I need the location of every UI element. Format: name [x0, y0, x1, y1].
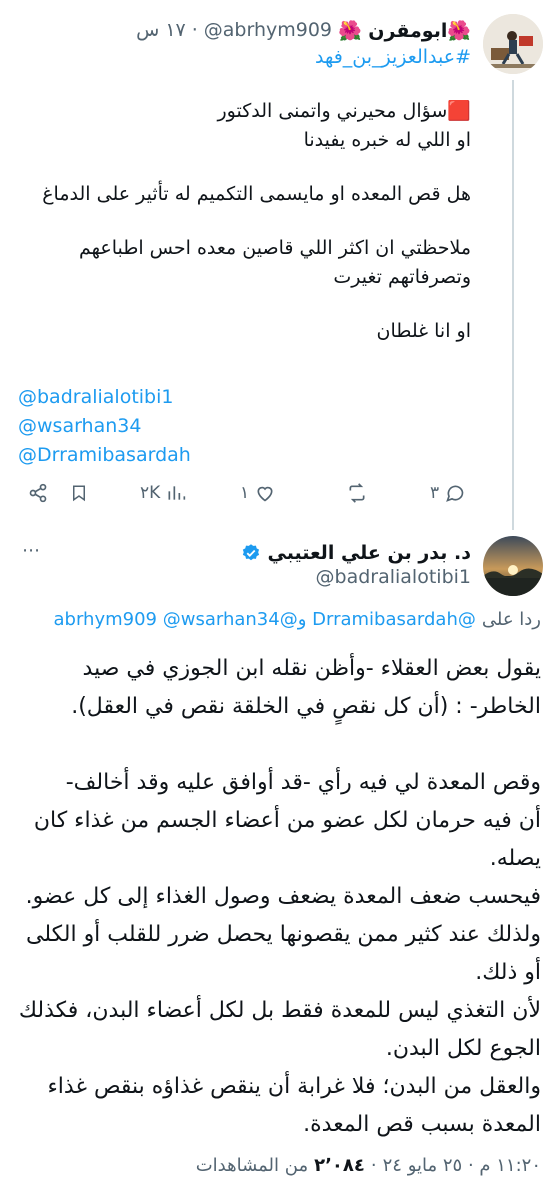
body-line: فيحسب ضعف المعدة يضعف وصول الغذاء إلى كل… [25, 884, 541, 909]
body-line: أن فيه حرمان لكل عضو من أعضاء الجسم من غ… [33, 808, 541, 833]
mention-link[interactable]: @wsarhan34 [18, 412, 191, 441]
tweet2-body: يقول بعض العقلاء -وأظن نقله ابن الجوزي ف… [11, 650, 541, 1144]
share-button[interactable] [28, 476, 48, 510]
user-handle[interactable]: @badralialotibi1 [316, 566, 471, 588]
red-square-emoji: 🟥 [447, 100, 471, 122]
bookmark-icon [73, 485, 85, 502]
body-line: الخاطر- : (أن كل نقصٍ في الخلقة نقص في ا… [71, 694, 541, 719]
body-line: يصله. [489, 846, 541, 871]
reply-button[interactable]: ٣ [430, 476, 465, 510]
mention-list: @badralialotibi1 @wsarhan34 @Drramibasar… [18, 383, 191, 470]
likes-count: ١ [240, 483, 250, 503]
body-line: والعقل من البدن؛ فلا غرابة أن ينقص غذاؤه… [47, 1074, 541, 1099]
tweet2-header: د. بدر بن علي العتيبي [235, 540, 471, 566]
thread-connector [512, 80, 514, 530]
body-line-6: او انا غلطان [376, 320, 471, 342]
bookmark-button[interactable] [70, 476, 88, 510]
display-name[interactable]: 🌺ابومقرن 🌺 [338, 19, 471, 42]
body-line-4: ملاحظتي ان اكثر اللي قاصين معده احس اطبا… [78, 237, 471, 259]
tweet1-header: 🌺ابومقرن 🌺 @abrhym909 · ١٧ س [136, 16, 471, 44]
footer-separator: · [370, 1155, 377, 1176]
footer-views-label: من المشاهدات [195, 1155, 309, 1176]
display-name[interactable]: د. بدر بن علي العتيبي [267, 542, 471, 564]
footer-views-count: ٢٬٠٨٤ [314, 1155, 365, 1176]
like-button[interactable]: ١ [240, 476, 275, 510]
body-line: أو ذلك. [475, 960, 541, 985]
mention-link[interactable]: @badralialotibi1 [18, 383, 191, 412]
verified-badge-icon [241, 543, 261, 563]
mention-link[interactable]: @Drramibasardah [18, 441, 191, 470]
views-button[interactable]: ٢K [140, 476, 186, 510]
tweet2-footer: ١١:٢٠ م · ٢٥ مايو ٢٤ · ٢٬٠٨٤ من المشاهدا… [196, 1155, 541, 1176]
views-bar-icon [168, 486, 186, 500]
body-line-1: سؤال محيرني واتمنى الدكتور [217, 100, 448, 122]
share-icon [29, 483, 47, 503]
retweet-icon [349, 483, 365, 503]
reply-prefix: ردا على [481, 609, 541, 630]
body-line: الجوع لكل البدن. [385, 1036, 541, 1061]
avatar-abrhym909[interactable] [483, 14, 543, 74]
avatar-badralialotibi1[interactable] [483, 536, 543, 596]
body-line-3: هل قص المعده او مايسمى التكميم له تأثير … [42, 183, 471, 205]
heart-icon [257, 486, 273, 502]
body-line: وقص المعدة لي فيه رأي -قد أوافق عليه وقد… [65, 770, 541, 795]
separator-dot: · [191, 19, 198, 41]
body-line: لأن التغذي ليس للمعدة فقط بل لكل أعضاء ا… [18, 998, 541, 1023]
tweet-time[interactable]: ١٧ س [136, 19, 186, 41]
reply-mentions[interactable]: @Drramibasardah و@abrhym909 @wsarhan34 [54, 609, 476, 630]
avatar-cartoon-icon [483, 14, 543, 74]
body-line: يقول بعض العقلاء -وأظن نقله ابن الجوزي ف… [82, 656, 541, 681]
body-line: ولذلك عند كثير ممن يقصونها يحصل ضرر للقل… [25, 922, 541, 947]
reply-bubble-icon [446, 485, 464, 502]
avatar-sunset-icon [483, 536, 543, 596]
body-line-5: وتصرفاتهم تغيرت [333, 266, 471, 288]
views-count: ٢K [140, 483, 161, 503]
footer-timestamp[interactable]: ١١:٢٠ م · ٢٥ مايو ٢٤ [383, 1155, 541, 1176]
tweet1-body: 🟥سؤال محيرني واتمنى الدكتور او اللي له خ… [11, 97, 471, 346]
hashtag-link[interactable]: #عبدالعزيز_بن_فهد [315, 46, 471, 68]
body-line: المعدة بسبب قص المعدة. [303, 1112, 541, 1137]
more-options-icon[interactable]: ⋯ [22, 540, 41, 561]
reply-context: ردا على @Drramibasardah و@abrhym909 @wsa… [54, 609, 541, 630]
user-handle[interactable]: @abrhym909 [204, 19, 332, 41]
body-line-2: او اللي له خبره يفيدنا [303, 129, 471, 151]
retweet-button[interactable] [340, 476, 368, 510]
replies-count: ٣ [430, 483, 440, 503]
